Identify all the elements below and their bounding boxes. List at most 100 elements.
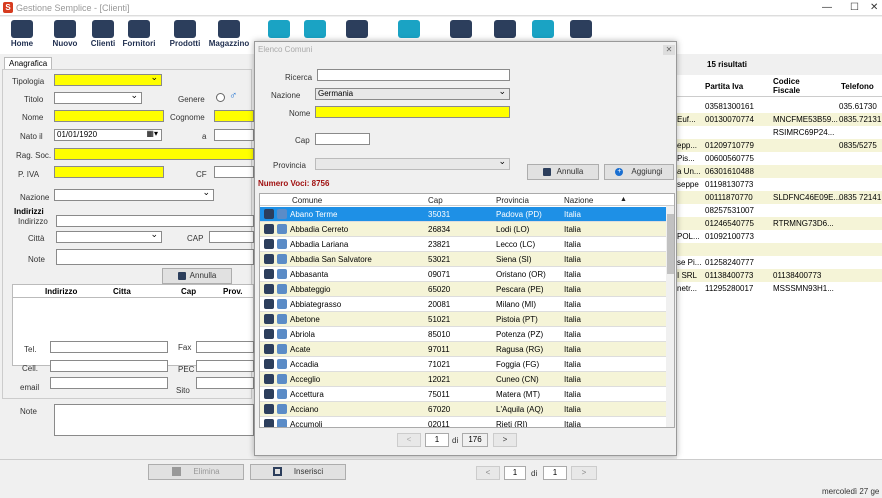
nome-field[interactable] — [54, 110, 164, 122]
list-item[interactable]: Accettura 75011 Matera (MT) Italia — [260, 387, 666, 402]
edit-icon[interactable] — [277, 299, 287, 309]
col-cap[interactable]: Cap — [428, 196, 443, 205]
delete-icon[interactable] — [264, 284, 274, 294]
list-item[interactable]: Accumoli 02011 Rieti (RI) Italia — [260, 417, 666, 427]
table-row[interactable]: RSIMRC69P24... — [677, 126, 882, 139]
list-item[interactable]: Acceglio 12021 Cuneo (CN) Italia — [260, 372, 666, 387]
list-item[interactable]: Abbasanta 09071 Oristano (OR) Italia — [260, 267, 666, 282]
toolbar-products-button[interactable]: Prodotti — [164, 17, 206, 53]
birthdate-field[interactable]: 01/01/1920 ▦▾ — [54, 129, 162, 141]
delete-icon[interactable] — [264, 344, 274, 354]
tel-field[interactable] — [50, 341, 168, 353]
edit-icon[interactable] — [277, 209, 287, 219]
list-item[interactable]: Abetone 51021 Pistoia (PT) Italia — [260, 312, 666, 327]
toolbar-home-button[interactable]: Home — [1, 17, 43, 53]
address-col-cap[interactable]: Cap — [181, 287, 196, 296]
address-col-prov[interactable]: Prov. — [223, 287, 242, 296]
minimize-icon[interactable]: — — [822, 2, 832, 13]
delete-icon[interactable] — [264, 329, 274, 339]
table-row[interactable]: se Pi... 01258240777 — [677, 256, 882, 269]
edit-icon[interactable] — [277, 254, 287, 264]
delete-icon[interactable] — [264, 404, 274, 414]
list-item[interactable]: Accadia 71021 Foggia (FG) Italia — [260, 357, 666, 372]
inserisci-button[interactable]: Inserisci — [250, 464, 346, 480]
dialog-page-input[interactable]: 1 — [425, 433, 449, 447]
maximize-icon[interactable]: ☐ — [850, 2, 859, 13]
list-item[interactable]: Abano Terme 35031 Padova (PD) Italia — [260, 207, 666, 222]
dialog-close-icon[interactable]: ✕ — [663, 45, 675, 55]
address-col-citta[interactable]: Citta — [113, 287, 131, 296]
elimina-button[interactable]: Elimina — [148, 464, 244, 480]
delete-icon[interactable] — [264, 299, 274, 309]
birthplace-field[interactable] — [214, 129, 254, 141]
piva-field[interactable] — [54, 166, 164, 178]
address-annulla-button[interactable]: Annulla — [162, 268, 232, 284]
pec-field[interactable] — [196, 360, 254, 372]
toolbar-warehouse-button[interactable]: Magazzino — [208, 17, 250, 53]
list-item[interactable]: Abbiategrasso 20081 Milano (MI) Italia — [260, 297, 666, 312]
list-item[interactable]: Abbateggio 65020 Pescara (PE) Italia — [260, 282, 666, 297]
calendar-icon[interactable]: ▦▾ — [146, 129, 158, 138]
col-telefono[interactable]: Telefono — [841, 82, 874, 91]
list-item[interactable]: Acciano 67020 L'Aquila (AQ) Italia — [260, 402, 666, 417]
sito-field[interactable] — [196, 377, 254, 389]
ricerca-input[interactable] — [317, 69, 510, 81]
page-input[interactable]: 1 — [504, 466, 526, 480]
col-codice-fiscale[interactable]: Codice Fiscale — [773, 77, 818, 95]
edit-icon[interactable] — [277, 419, 287, 427]
edit-icon[interactable] — [277, 344, 287, 354]
list-item[interactable]: Acate 97011 Ragusa (RG) Italia — [260, 342, 666, 357]
list-item[interactable]: Abbadia Cerreto 26834 Lodi (LO) Italia — [260, 222, 666, 237]
delete-icon[interactable] — [264, 389, 274, 399]
edit-icon[interactable] — [277, 284, 287, 294]
edit-icon[interactable] — [277, 404, 287, 414]
delete-icon[interactable] — [264, 224, 274, 234]
rag-soc-field[interactable] — [54, 148, 254, 160]
dialog-aggiungi-button[interactable]: + Aggiungi — [604, 164, 674, 180]
edit-icon[interactable] — [277, 224, 287, 234]
edit-icon[interactable] — [277, 374, 287, 384]
delete-icon[interactable] — [264, 314, 274, 324]
col-nazione[interactable]: Nazione — [564, 196, 593, 205]
delete-icon[interactable] — [264, 239, 274, 249]
table-row[interactable]: netr... 11295280017 MSSSMN93H1... — [677, 282, 882, 295]
edit-icon[interactable] — [277, 389, 287, 399]
table-row[interactable]: 08257531007 — [677, 204, 882, 217]
table-row[interactable]: 03581300161 035.61730 — [677, 100, 882, 113]
delete-icon[interactable] — [264, 419, 274, 427]
tab-anagrafica[interactable]: Anagrafica — [4, 57, 53, 69]
genere-radio[interactable] — [216, 93, 225, 102]
cap-field[interactable] — [209, 231, 254, 243]
table-row[interactable]: I SRL 01138400773 01138400773 — [677, 269, 882, 282]
cf-field[interactable] — [214, 166, 254, 178]
table-row[interactable]: 01246540775 RTRMNG73D6... — [677, 217, 882, 230]
table-row[interactable]: a Un... 06301610488 — [677, 165, 882, 178]
edit-icon[interactable] — [277, 314, 287, 324]
citta-select[interactable] — [56, 229, 162, 243]
delete-icon[interactable] — [264, 209, 274, 219]
delete-icon[interactable] — [264, 269, 274, 279]
col-provincia[interactable]: Provincia — [496, 196, 529, 205]
dialog-nazione-select[interactable]: Germania — [315, 86, 510, 100]
col-partita-iva[interactable]: Partita Iva — [705, 82, 743, 91]
titolo-select[interactable] — [54, 90, 142, 104]
prev-page-button[interactable]: < — [476, 466, 500, 480]
table-row[interactable]: seppe 01198130773 — [677, 178, 882, 191]
cognome-field[interactable] — [214, 110, 254, 122]
dialog-cap-field[interactable] — [315, 133, 370, 145]
delete-icon[interactable] — [264, 254, 274, 264]
email-field[interactable] — [50, 377, 168, 389]
list-item[interactable]: Abbadia Lariana 23821 Lecco (LC) Italia — [260, 237, 666, 252]
table-row[interactable]: Euf... 00130070774 MNCFME53B59... 0835.7213… — [677, 113, 882, 126]
dialog-prev-page-button[interactable]: < — [397, 433, 421, 447]
indirizzo-field[interactable] — [56, 215, 254, 227]
notes-field[interactable] — [54, 404, 254, 436]
close-icon[interactable]: ✕ — [870, 2, 878, 13]
edit-icon[interactable] — [277, 239, 287, 249]
edit-icon[interactable] — [277, 269, 287, 279]
cell-field[interactable] — [50, 360, 168, 372]
delete-icon[interactable] — [264, 374, 274, 384]
fax-field[interactable] — [196, 341, 254, 353]
next-page-button[interactable]: > — [571, 466, 597, 480]
toolbar-new-button[interactable]: Nuovo — [44, 17, 86, 53]
